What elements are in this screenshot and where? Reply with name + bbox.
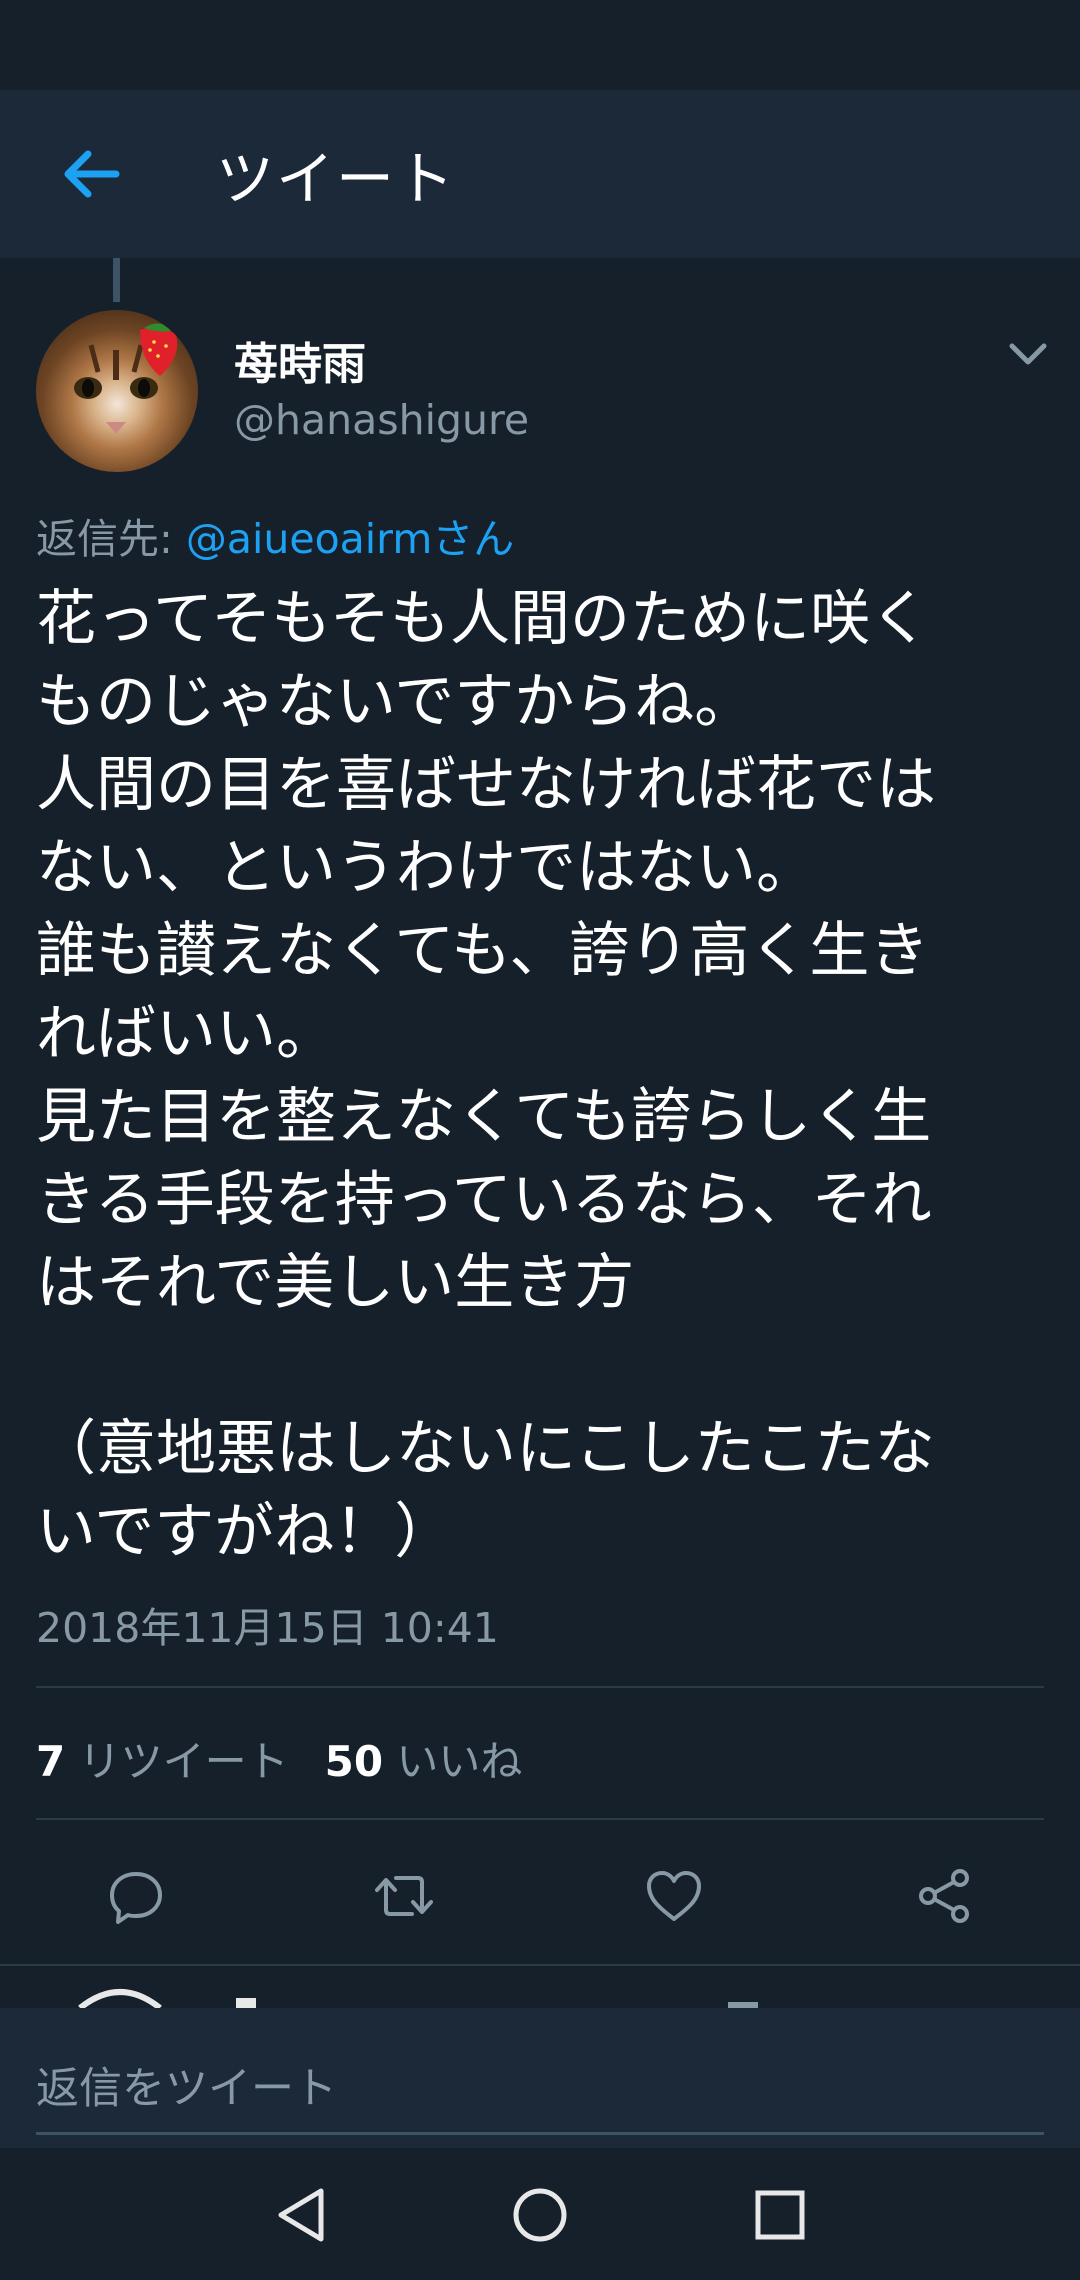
reply-input-underline — [36, 2132, 1044, 2135]
reply-composer[interactable]: 返信をツイート — [0, 2008, 1080, 2148]
tweet-actions — [0, 1836, 1080, 1956]
author-handle[interactable]: @hanashigure — [234, 396, 529, 444]
like-icon — [647, 1871, 701, 1921]
nav-recents-button[interactable] — [745, 2180, 815, 2250]
system-nav-bar — [0, 2148, 1080, 2280]
chevron-down-icon — [1009, 343, 1047, 365]
thread-connector — [113, 258, 120, 302]
next-reply-preview — [0, 1968, 1080, 2008]
reply-mention-link[interactable]: @aiueoairmさん — [186, 515, 514, 563]
retweets-label: リツイート — [65, 1737, 289, 1786]
divider — [0, 1964, 1080, 1966]
status-bar — [0, 0, 1080, 90]
next-reply-cutoff — [78, 1989, 758, 2008]
strawberry-icon — [140, 323, 178, 376]
tweet-stats: 7 リツイート 50 いいね — [36, 1728, 558, 1789]
likes-label: いいね — [383, 1737, 523, 1786]
nav-back-button[interactable] — [266, 2180, 336, 2250]
reply-input[interactable]: 返信をツイート — [36, 2054, 337, 2116]
retweet-button[interactable] — [372, 1864, 436, 1928]
share-icon — [919, 1869, 969, 1923]
nav-home-button[interactable] — [505, 2180, 575, 2250]
reply-button[interactable] — [104, 1864, 168, 1928]
retweet-icon — [375, 1876, 433, 1916]
tweet-menu-button[interactable] — [1006, 336, 1050, 372]
divider — [36, 1686, 1044, 1688]
square-recents-icon — [755, 2190, 805, 2240]
reply-icon — [110, 1872, 162, 1924]
avatar-image — [74, 323, 178, 434]
avatar[interactable] — [36, 310, 198, 472]
circle-home-icon — [513, 2188, 567, 2242]
likes-count: 50 — [324, 1737, 384, 1786]
page-title: ツイート — [216, 145, 457, 213]
back-button[interactable] — [46, 130, 134, 218]
app-bar: ツイート — [0, 90, 1080, 258]
share-button[interactable] — [912, 1864, 976, 1928]
like-button[interactable] — [642, 1864, 706, 1928]
author-name[interactable]: 苺時雨 — [234, 328, 366, 392]
tweet-timestamp: 2018年11月15日 10:41 — [36, 1604, 499, 1652]
divider — [36, 1818, 1044, 1820]
reply-to-label: 返信先: — [36, 515, 186, 563]
reply-to-line: 返信先: @aiueoairmさん — [36, 505, 514, 565]
arrow-left-icon — [64, 150, 120, 198]
tweet-text: 花ってそもそも人間のために咲く ものじゃないですからね。 人間の目を喜ばせなけれ… — [36, 584, 936, 1567]
triangle-back-icon — [278, 2188, 324, 2242]
retweets-count: 7 — [36, 1737, 66, 1786]
likes-stat[interactable]: 50 いいね — [325, 1728, 523, 1789]
retweets-stat[interactable]: 7 リツイート — [36, 1728, 289, 1789]
